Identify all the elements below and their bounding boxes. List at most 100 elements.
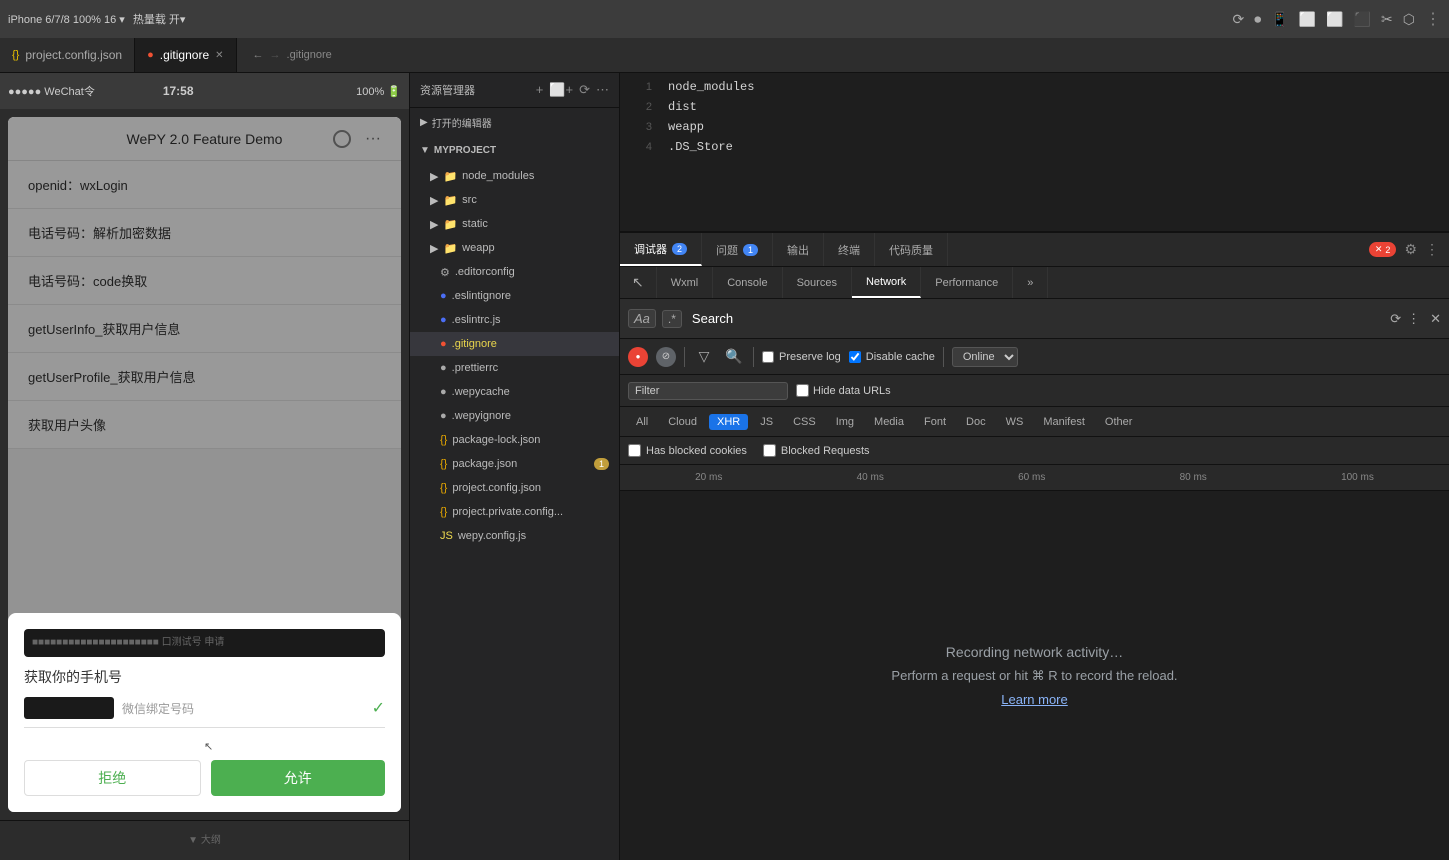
folder-src[interactable]: ▶ 📁 src — [410, 188, 619, 212]
blocked-requests[interactable]: Blocked Requests — [763, 444, 870, 457]
search-regex-btn[interactable]: .* — [662, 310, 682, 328]
panel-tab-cursor[interactable]: ↖ — [620, 267, 657, 298]
folder-weapp[interactable]: ▶ 📁 weapp — [410, 236, 619, 260]
type-font[interactable]: Font — [916, 414, 954, 430]
layout-icon[interactable]: ⬜ — [1326, 11, 1343, 28]
type-css[interactable]: CSS — [785, 414, 824, 430]
nav-back-icon[interactable]: ← — [253, 49, 264, 61]
search-input-value[interactable]: Search — [688, 311, 1384, 326]
gear-icon[interactable]: ⚙ — [1404, 241, 1417, 258]
tab-gitignore[interactable]: ● .gitignore ✕ — [135, 38, 236, 72]
file-package-json[interactable]: {} package.json 1 — [410, 452, 619, 476]
hide-data-urls-check[interactable]: Hide data URLs — [796, 384, 891, 397]
phone-icon[interactable]: 📱 — [1271, 11, 1288, 28]
type-img[interactable]: Img — [828, 414, 862, 430]
search-close-btn[interactable]: ✕ — [1430, 311, 1441, 327]
learn-more-link[interactable]: Learn more — [1001, 692, 1067, 707]
stop-button[interactable]: ⊘ — [656, 347, 676, 367]
file-editorconfig[interactable]: ⚙ .editorconfig — [410, 260, 619, 284]
git-file-icon: ● — [147, 49, 154, 61]
devtools-tab-quality[interactable]: 代码质量 — [875, 233, 948, 266]
panel-tab-wxml[interactable]: Wxml — [657, 267, 714, 298]
search-refresh-btn[interactable]: ⟳ — [1390, 311, 1401, 327]
main-layout: ●●●●● WeChat令 17:58 100% 🔋 WePY 2.0 Feat… — [0, 73, 1449, 860]
file-eslintignore[interactable]: ● .eslintignore — [410, 284, 619, 308]
folder-node-modules[interactable]: ▶ 📁 node_modules — [410, 164, 619, 188]
dialog-placeholder: 微信绑定号码 — [122, 700, 194, 717]
open-editors-section[interactable]: ▶ 打开的编辑器 — [410, 108, 619, 136]
panel-tab-console[interactable]: Console — [713, 267, 782, 298]
collapse-icon[interactable]: ⋯ — [596, 82, 609, 98]
dialog-field-row: 微信绑定号码 ✓ — [24, 697, 385, 728]
reload-icon[interactable]: ⟳ — [1233, 11, 1245, 28]
refresh-explorer-icon[interactable]: ⟳ — [579, 82, 590, 98]
devtools-tab-terminal[interactable]: 终端 — [824, 233, 875, 266]
more-top-icon[interactable]: ⋮ — [1425, 9, 1441, 29]
type-doc[interactable]: Doc — [958, 414, 994, 430]
editor-code[interactable]: node_modules dist weapp .DS_Store — [660, 73, 1449, 231]
preserve-log-checkbox[interactable] — [762, 351, 774, 363]
file-project-private[interactable]: {} project.private.config... — [410, 500, 619, 524]
blocked-requests-checkbox[interactable] — [763, 444, 776, 457]
type-ws[interactable]: WS — [998, 414, 1032, 430]
new-folder-icon[interactable]: ⬜+ — [549, 82, 573, 98]
device-selector[interactable]: iPhone 6/7/8 100% 16 ▾ 热量载 开▾ — [8, 11, 185, 27]
line-num-3: 3 — [620, 117, 652, 137]
project-config-icon: {} — [440, 482, 447, 494]
project-header[interactable]: ▼ MYPROJECT — [410, 136, 619, 164]
search-network-icon[interactable]: 🔍 — [723, 346, 745, 368]
folder-weapp-label: weapp — [462, 242, 494, 254]
throttle-select[interactable]: Online — [952, 347, 1018, 367]
filter-icon[interactable]: ▽ — [693, 346, 715, 368]
type-cloud[interactable]: Cloud — [660, 414, 705, 430]
tab-project-config[interactable]: {} project.config.json — [0, 38, 135, 72]
type-xhr[interactable]: XHR — [709, 414, 748, 430]
type-js[interactable]: JS — [752, 414, 781, 430]
panel-tab-network[interactable]: Network — [852, 267, 921, 298]
expand-label[interactable]: ▼ 大纲 — [188, 831, 221, 846]
type-other[interactable]: Other — [1097, 414, 1141, 430]
file-wepy-config[interactable]: JS wepy.config.js — [410, 524, 619, 548]
panel-tab-more[interactable]: » — [1013, 267, 1048, 298]
devtools-tab-output[interactable]: 输出 — [773, 233, 824, 266]
file-prettierrc[interactable]: ● .prettierrc — [410, 356, 619, 380]
search-aa-btn[interactable]: Aa — [628, 309, 656, 328]
grid-icon[interactable]: ⬛ — [1354, 11, 1371, 28]
connect-icon[interactable]: ⬡ — [1403, 11, 1415, 28]
type-manifest[interactable]: Manifest — [1035, 414, 1093, 430]
devtools-tab-problems[interactable]: 问题 1 — [702, 233, 773, 266]
panel-tab-sources[interactable]: Sources — [783, 267, 852, 298]
preserve-log-check[interactable]: Preserve log — [762, 351, 841, 363]
file-gitignore[interactable]: ● .gitignore — [410, 332, 619, 356]
record-icon[interactable]: ⏺ — [1254, 11, 1261, 28]
devtools-more-icon[interactable]: ⋮ — [1425, 241, 1439, 258]
file-wepyignore[interactable]: ● .wepyignore — [410, 404, 619, 428]
file-project-config[interactable]: {} project.config.json — [410, 476, 619, 500]
dialog-allow-button[interactable]: 允许 — [211, 760, 386, 796]
folder-static[interactable]: ▶ 📁 static — [410, 212, 619, 236]
window-icon[interactable]: ⬜ — [1299, 11, 1316, 28]
panel-tab-performance[interactable]: Performance — [921, 267, 1013, 298]
file-package-lock[interactable]: {} package-lock.json — [410, 428, 619, 452]
dialog-phone-input[interactable] — [24, 697, 114, 719]
disable-cache-check[interactable]: Disable cache — [849, 351, 935, 363]
record-button[interactable]: ● — [628, 347, 648, 367]
nav-forward-icon[interactable]: → — [270, 49, 281, 61]
filter-input[interactable] — [628, 382, 788, 400]
blocked-cookies-checkbox[interactable] — [628, 444, 641, 457]
new-file-icon[interactable]: + — [536, 82, 544, 98]
hide-data-urls-checkbox[interactable] — [796, 384, 809, 397]
disable-cache-checkbox[interactable] — [849, 351, 861, 363]
scissors-icon[interactable]: ✂ — [1381, 11, 1393, 28]
search-more-btn[interactable]: ⋮ — [1407, 311, 1420, 327]
devtools-tab-debugger[interactable]: 调试器 2 — [620, 233, 702, 266]
tab-label-gitignore: .gitignore — [160, 48, 209, 62]
prettier-icon: ● — [440, 362, 447, 374]
tab-close-button[interactable]: ✕ — [215, 50, 223, 61]
file-eslintrc[interactable]: ● .eslintrc.js — [410, 308, 619, 332]
file-wepycache[interactable]: ● .wepycache — [410, 380, 619, 404]
dialog-reject-button[interactable]: 拒绝 — [24, 760, 201, 796]
type-all[interactable]: All — [628, 414, 656, 430]
has-blocked-cookies[interactable]: Has blocked cookies — [628, 444, 747, 457]
type-media[interactable]: Media — [866, 414, 912, 430]
